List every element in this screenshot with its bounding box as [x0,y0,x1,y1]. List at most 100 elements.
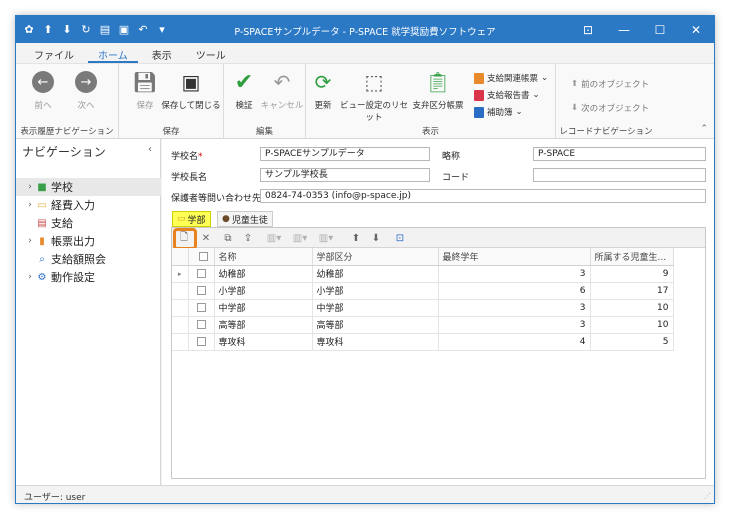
pay-forms-button[interactable]: 支給関連帳票 ⌄ [474,72,548,84]
cell-name[interactable]: 専攻科 [214,333,313,351]
collapse-nav-icon[interactable]: ‹ [148,144,152,155]
row-checkbox[interactable] [196,269,206,278]
preview-button[interactable]: ⊡ [392,231,408,245]
nav-item-settings[interactable]: › ⚙ 動作設定 [16,268,161,286]
report-dropdown-button[interactable]: ▥▾ [292,231,308,245]
copy-record-button[interactable]: ⧉ [220,231,236,245]
save-close-button[interactable]: ▣ 保存して閉じる [161,69,221,111]
back-button[interactable]: ← 前へ [21,69,65,111]
tab-file[interactable]: ファイル [24,43,84,63]
ribbon-display-icon[interactable]: ⊡ [570,16,606,43]
expand-arrow-icon[interactable]: › [24,236,36,246]
table-row[interactable]: 中学部 中学部 3 10 [172,299,674,317]
action-dropdown-button[interactable]: ▥▾ [318,231,334,245]
next-button[interactable]: → 次へ [64,69,108,111]
export-button[interactable]: ⇪ [240,231,256,245]
delete-x-icon: ✕ [201,232,211,244]
table-row[interactable]: 小学部 小学部 6 17 [172,282,674,300]
cell-name[interactable]: 中学部 [214,299,313,317]
save-group: 💾︎ 保存 ▣ 保存して閉じる 保存 [119,64,224,140]
cancel-button[interactable]: ↶ キャンセル [260,69,304,111]
move-up-button[interactable]: ⬆ [348,231,364,245]
pay-category-button[interactable]: 📋︎ 支弁区分帳票 [410,69,466,111]
row-select-cell[interactable] [188,333,215,351]
nav-item-payment-inquiry[interactable]: ⌕ 支給額照会 [16,250,161,268]
cell-name[interactable]: 幼稚部 [214,265,313,283]
expand-arrow-icon[interactable]: › [24,200,36,210]
row-select-cell[interactable] [188,265,215,283]
nav-item-report-output[interactable]: › ▮ 帳票出力 [16,232,161,250]
table-row[interactable]: ▸ 幼稚部 幼稚部 3 9 [172,265,674,283]
table-row[interactable]: 専攻科 専攻科 4 5 [172,333,674,351]
column-header-students[interactable]: 所属する児童生... [590,248,674,266]
verify-button[interactable]: ✔ 検証 [226,69,262,112]
minimize-button[interactable]: — [606,16,642,43]
nav-item-payment[interactable]: ▤ 支給 [16,214,161,232]
expand-arrow-icon[interactable]: › [24,182,36,192]
column-header-name[interactable]: 名称 [214,248,313,266]
tab-students[interactable]: ● 児童生徒 [217,211,273,227]
cell-students[interactable]: 9 [590,265,674,283]
cell-students[interactable]: 10 [590,316,674,334]
cell-final-grade[interactable]: 6 [438,282,591,300]
tab-tools[interactable]: ツール [186,43,236,63]
row-checkbox[interactable] [196,303,206,312]
view-reset-button[interactable]: ⬚ ビュー設定のリセット [338,69,410,123]
pay-report-button[interactable]: 支給報告書 ⌄ [474,89,540,101]
cell-students[interactable]: 17 [590,282,674,300]
title-bar: ✿ ⬆ ⬇ ↻ ▤ ▣ ↶ ▾ P-SPACEサンプルデータ - P-SPACE… [16,16,714,43]
prev-object-button[interactable]: ⬆ 前のオブジェクト [571,78,649,90]
resize-grip-icon[interactable]: ⋰ [704,492,711,500]
collapse-ribbon-icon[interactable]: ⌃ [700,124,708,134]
cell-final-grade[interactable]: 3 [438,299,591,317]
nav-item-school[interactable]: › ■ 学校 [16,178,161,196]
table-row[interactable]: 高等部 高等部 3 10 [172,316,674,334]
delete-button[interactable]: ✕ [198,231,214,245]
print-button[interactable]: ▥▾ [266,231,282,245]
cell-final-grade[interactable]: 3 [438,265,591,283]
check-icon: ✔ [234,69,254,95]
cell-category[interactable]: 小学部 [312,282,439,300]
abbr-field[interactable]: P-SPACE [533,147,706,161]
nav-item-expense-entry[interactable]: › ▭ 経費入力 [16,196,161,214]
row-checkbox[interactable] [196,320,206,329]
row-checkbox[interactable] [196,286,206,295]
tab-view[interactable]: 表示 [142,43,182,63]
cell-category[interactable]: 中学部 [312,299,439,317]
column-header-final-grade[interactable]: 最終学年 [438,248,591,266]
cell-name[interactable]: 高等部 [214,316,313,334]
view-reset-icon: ⬚ [364,70,384,94]
cell-final-grade[interactable]: 3 [438,316,591,334]
expand-arrow-icon[interactable]: › [24,272,36,282]
code-field[interactable] [533,168,706,182]
tab-departments[interactable]: ▭ 学部 [172,211,211,227]
school-name-field[interactable]: P-SPACEサンプルデータ [260,147,430,161]
new-record-button[interactable]: 🗋︎ [173,228,197,250]
cell-students[interactable]: 5 [590,333,674,351]
detail-view: 学校名* P-SPACEサンプルデータ 略称 P-SPACE 学校長名 サンプル… [162,139,714,487]
refresh-button[interactable]: ⟳ 更新 [308,69,338,111]
row-select-cell[interactable] [188,299,215,317]
move-down-button[interactable]: ⬇ [368,231,384,245]
cell-final-grade[interactable]: 4 [438,333,591,351]
row-select-cell[interactable] [188,282,215,300]
select-all-header[interactable] [188,248,215,266]
grid-table: 名称 学部区分 最終学年 所属する児童生... ▸ 幼稚部 幼稚部 3 9 小学… [172,248,674,351]
cell-category[interactable]: 高等部 [312,316,439,334]
next-object-button[interactable]: ⬇ 次のオブジェクト [571,102,649,114]
cell-name[interactable]: 小学部 [214,282,313,300]
contact-label: 保護者等問い合わせ先 [171,194,262,204]
ledger-button[interactable]: 補助簿 ⌄ [474,106,523,118]
select-all-checkbox[interactable] [198,251,208,261]
cell-students[interactable]: 10 [590,299,674,317]
cell-category[interactable]: 専攻科 [312,333,439,351]
close-button[interactable]: ✕ [678,16,714,43]
row-select-cell[interactable] [188,316,215,334]
principal-field[interactable]: サンプル学校長 [260,168,430,182]
maximize-button[interactable]: ☐ [642,16,678,43]
column-header-category[interactable]: 学部区分 [312,248,439,266]
contact-field[interactable]: 0824-74-0353 (info@p-space.jp) [260,189,706,203]
row-checkbox[interactable] [196,337,206,346]
tab-home[interactable]: ホーム [88,43,138,63]
cell-category[interactable]: 幼稚部 [312,265,439,283]
